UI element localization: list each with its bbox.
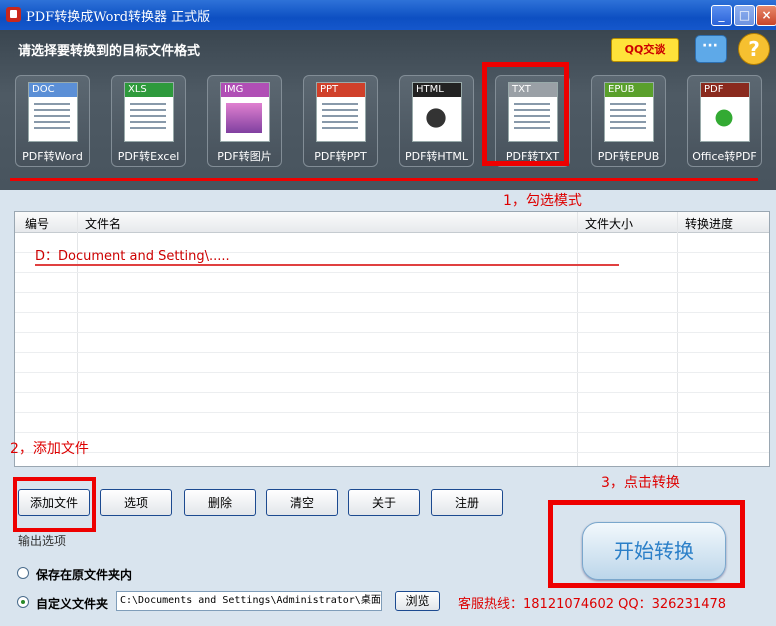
row-divider [15, 292, 769, 293]
xls-file-icon: XLS [124, 82, 174, 142]
column-divider [677, 212, 678, 466]
clear-button[interactable]: 清空 [266, 489, 338, 516]
row-divider [15, 452, 769, 453]
format-tile-office-pdf[interactable]: PDF Office转PDF [687, 75, 762, 167]
annotation-underline [35, 264, 619, 266]
format-label: PDF转HTML [404, 150, 469, 163]
step3-annotation: 3，点击转换 [601, 475, 680, 491]
epub-file-icon: EPUB [604, 82, 654, 142]
custom-folder-label[interactable]: 自定义文件夹 [36, 595, 108, 612]
col-header-size[interactable]: 文件大小 [585, 215, 633, 232]
file-table[interactable]: 编号 文件名 文件大小 转换进度 D：Document and Setting\… [14, 211, 770, 467]
help-icon[interactable]: ? [738, 33, 770, 65]
register-button[interactable]: 注册 [431, 489, 503, 516]
format-tile-excel[interactable]: XLS PDF转Excel [111, 75, 186, 167]
radio-save-original[interactable] [17, 567, 29, 579]
support-hotline: 客服热线：18121074602 QQ：326231478 [458, 597, 727, 612]
row-divider [15, 372, 769, 373]
col-header-filename[interactable]: 文件名 [85, 215, 121, 232]
format-label: PDF转Excel [117, 150, 180, 163]
doc-file-icon: DOC [28, 82, 78, 142]
row-divider [15, 272, 769, 273]
col-header-progress[interactable]: 转换进度 [685, 215, 733, 232]
column-divider [577, 212, 578, 466]
format-label: PDF转图片 [217, 150, 272, 163]
window-title: PDF转换成Word转换器 正式版 [26, 10, 211, 25]
html-file-icon: HTML [412, 82, 462, 142]
format-label: Office转PDF [692, 150, 757, 163]
format-label: PDF转PPT [314, 150, 367, 163]
chat-bubble-icon[interactable] [695, 35, 727, 63]
format-tile-epub[interactable]: EPUB PDF转EPUB [591, 75, 666, 167]
row-divider [15, 432, 769, 433]
pdf-file-icon: PDF [700, 82, 750, 142]
about-button[interactable]: 关于 [348, 489, 420, 516]
output-options-legend: 输出选项 [18, 534, 67, 548]
format-badge: PDF [701, 83, 749, 97]
row-divider [15, 392, 769, 393]
row-divider [15, 352, 769, 353]
output-path-input[interactable]: C:\Documents and Settings\Administrator\… [116, 591, 382, 611]
format-badge: DOC [29, 83, 77, 97]
row-divider [15, 412, 769, 413]
format-badge: HTML [413, 83, 461, 97]
format-label: PDF转Word [22, 150, 83, 163]
table-header [15, 212, 769, 233]
qq-chat-button[interactable]: QQ交谈 [611, 38, 679, 62]
app-icon [6, 7, 21, 22]
add-file-highlight-box [13, 477, 96, 532]
format-tile-word[interactable]: DOC PDF转Word [15, 75, 90, 167]
format-tile-html[interactable]: HTML PDF转HTML [399, 75, 474, 167]
browse-button[interactable]: 浏览 [395, 591, 440, 611]
format-badge: IMG [221, 83, 269, 97]
start-convert-button[interactable]: 开始转换 [582, 522, 726, 580]
radio-custom-folder[interactable] [17, 596, 29, 608]
options-button[interactable]: 选项 [100, 489, 172, 516]
format-tile-image[interactable]: IMG PDF转图片 [207, 75, 282, 167]
step1-annotation: 1，勾选模式 [503, 193, 582, 209]
row-divider [15, 332, 769, 333]
row-divider [15, 312, 769, 313]
save-original-label[interactable]: 保存在原文件夹内 [36, 566, 132, 583]
path-annotation: D：Document and Setting\..... [35, 249, 230, 264]
format-badge: XLS [125, 83, 173, 97]
close-button[interactable]: × [756, 5, 776, 26]
step2-annotation: 2，添加文件 [10, 441, 89, 457]
img-file-icon: IMG [220, 82, 270, 142]
ppt-file-icon: PPT [316, 82, 366, 142]
format-label: PDF转EPUB [597, 150, 660, 163]
maximize-button[interactable]: □ [734, 5, 755, 26]
format-heading: 请选择要转换到的目标文件格式 [18, 44, 201, 59]
format-tile-ppt[interactable]: PPT PDF转PPT [303, 75, 378, 167]
minimize-button[interactable]: _ [711, 5, 732, 26]
format-badge: PPT [317, 83, 365, 97]
txt-highlight-box [482, 62, 569, 166]
col-header-index[interactable]: 编号 [25, 215, 49, 232]
format-badge: EPUB [605, 83, 653, 97]
annotation-underline [10, 178, 758, 181]
delete-button[interactable]: 删除 [184, 489, 256, 516]
